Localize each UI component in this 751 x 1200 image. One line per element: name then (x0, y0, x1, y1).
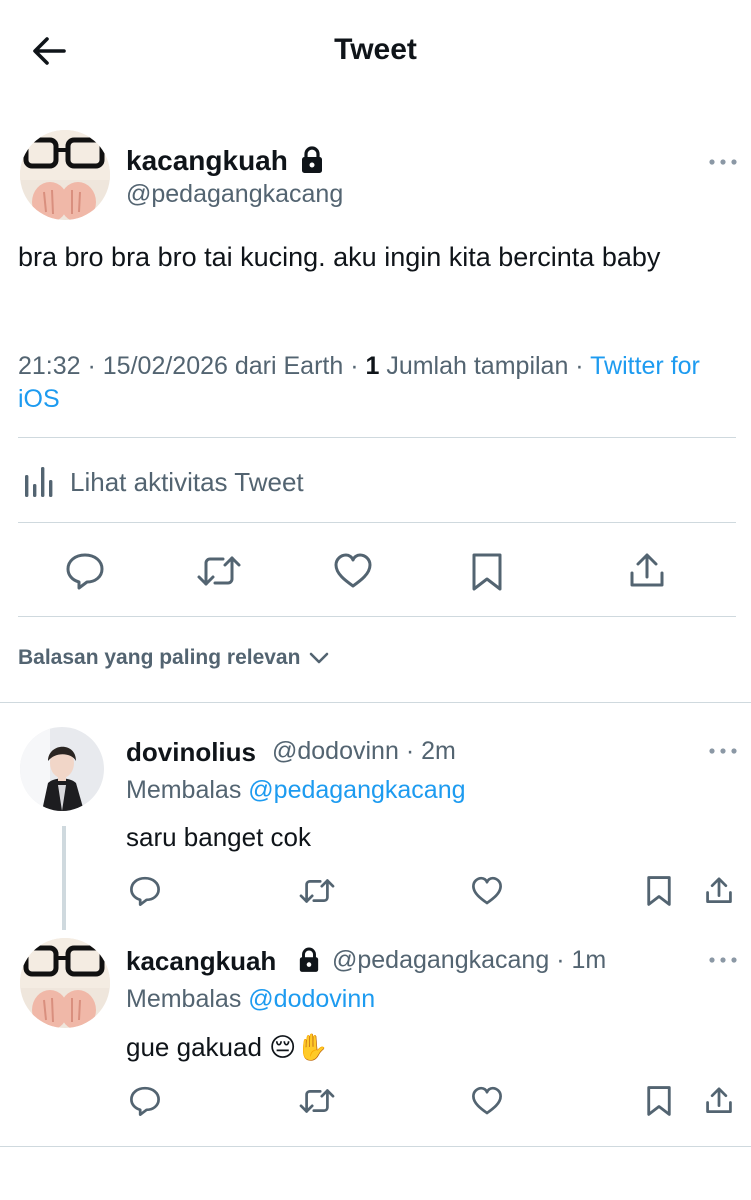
replying-to: Membalas @pedagangkacang (126, 776, 466, 805)
bookmark-button[interactable] (644, 874, 674, 913)
share-icon (706, 877, 732, 904)
tweet-date: 15/02/2026 (102, 352, 228, 380)
avatar[interactable] (20, 130, 110, 220)
replying-label: Membalas (126, 776, 242, 804)
retweet-icon (299, 879, 335, 903)
retweet-icon (197, 556, 241, 586)
divider (18, 522, 736, 523)
bookmark-icon (647, 1086, 671, 1116)
more-button[interactable] (706, 741, 740, 761)
reply-handle: @pedagangkacang · 1m (332, 946, 606, 975)
divider (0, 1146, 751, 1147)
reply-button[interactable] (64, 551, 106, 596)
views-count: 1 (365, 352, 380, 380)
reply-icon (66, 553, 104, 590)
reply-author-handle[interactable]: @dodovinn (272, 737, 399, 765)
mention-link[interactable]: @pedagangkacang (248, 776, 465, 804)
tweet-meta: 21:32 · 15/02/2026 dari Earth · 1 Jumlah… (18, 352, 700, 413)
mention-link[interactable]: @dodovinn (248, 985, 375, 1013)
reply-time: · 2m (405, 737, 456, 765)
divider (0, 702, 751, 703)
avatar-image (20, 727, 104, 811)
reply-button[interactable] (128, 1085, 162, 1122)
heart-icon (472, 1086, 502, 1115)
reply-author-name[interactable]: kacangkuah (126, 946, 276, 977)
share-button[interactable] (703, 1085, 735, 1122)
chevron-down-icon (310, 652, 329, 664)
top-bar: Tweet (0, 0, 751, 100)
heart-icon (472, 876, 502, 905)
reply-sort-dropdown[interactable]: Balasan yang paling relevan (18, 646, 332, 670)
tweet-text: bra bro bra bro tai kucing. aku ingin ki… (18, 242, 661, 272)
retweet-button[interactable] (196, 551, 242, 596)
more-icon (709, 957, 737, 963)
bookmark-icon (472, 553, 502, 591)
reply-author-handle[interactable]: @pedagangkacang (332, 946, 549, 974)
author-handle[interactable]: @pedagangkacang (126, 180, 343, 209)
author-name[interactable]: kacangkuah (126, 145, 288, 177)
divider (18, 616, 736, 617)
reply-text: gue gakuad 😔✋ (126, 1032, 329, 1062)
avatar-image (20, 130, 110, 220)
thread-connector (62, 826, 66, 930)
reply-icon (130, 1086, 160, 1116)
like-button[interactable] (332, 551, 374, 596)
retweet-button[interactable] (298, 875, 336, 912)
avatar[interactable] (20, 727, 104, 811)
reply-handle: @dodovinn · 2m (272, 737, 456, 766)
share-button[interactable] (626, 551, 668, 596)
bookmark-icon (647, 876, 671, 906)
replying-to: Membalas @dodovinn (126, 985, 375, 1014)
reply-icon (130, 876, 160, 906)
more-button[interactable] (706, 950, 740, 970)
heart-icon (334, 553, 372, 588)
tweet-location: dari Earth (234, 352, 344, 380)
tweet-time: 21:32 (18, 352, 81, 380)
replying-label: Membalas (126, 985, 242, 1013)
bookmark-button[interactable] (644, 1084, 674, 1123)
share-icon (706, 1087, 732, 1114)
views-label: Jumlah tampilan (386, 352, 569, 380)
bookmark-button[interactable] (468, 551, 506, 598)
analytics-icon (25, 467, 53, 497)
reply-time: · 1m (556, 946, 607, 974)
share-icon (630, 553, 664, 587)
retweet-button[interactable] (298, 1085, 336, 1122)
avatar[interactable] (20, 938, 110, 1028)
share-button[interactable] (703, 875, 735, 912)
reply-button[interactable] (128, 875, 162, 912)
sort-label: Balasan yang paling relevan (18, 646, 301, 669)
retweet-icon (299, 1089, 335, 1113)
more-button[interactable] (706, 152, 740, 172)
activity-label: Lihat aktivitas Tweet (70, 466, 304, 497)
reply-author-name[interactable]: dovinolius (126, 737, 256, 768)
more-icon (709, 748, 737, 754)
lock-icon (302, 146, 322, 173)
reply-text: saru banget cok (126, 822, 312, 852)
lock-icon (299, 947, 319, 972)
like-button[interactable] (470, 1085, 504, 1122)
page-title: Tweet (334, 33, 417, 66)
avatar-image (20, 938, 110, 1028)
more-icon (709, 159, 737, 165)
tweet-activity-button[interactable]: Lihat aktivitas Tweet (22, 462, 304, 502)
like-button[interactable] (470, 875, 504, 912)
divider (18, 437, 736, 438)
